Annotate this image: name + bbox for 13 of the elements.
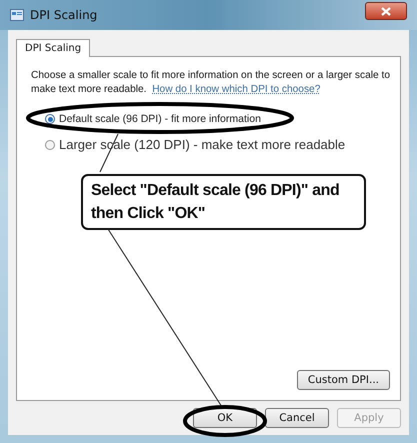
window-title: DPI Scaling [30,8,98,22]
dialog-button[interactable]: Cancel [265,408,329,428]
radio-button[interactable] [45,140,55,150]
close-icon [381,6,391,16]
callout-text: Select "Default scale (96 DPI)" and then Click "OK" [81,174,366,230]
radio-button[interactable] [45,114,55,124]
window-app-icon [10,9,24,21]
custom-dpi-button[interactable]: Custom DPI... [296,370,390,390]
help-link[interactable]: How do I know which DPI to choose? [152,84,320,95]
close-button[interactable] [365,2,407,20]
radio-option[interactable]: Default scale (96 DPI) - fit more information [45,113,390,125]
description-text: Choose a smaller scale to fit more information on the screen or a larger scale to make text more readable. How do I know which DPI to choose? [31,69,390,97]
tab[interactable]: DPI Scaling [16,39,90,57]
